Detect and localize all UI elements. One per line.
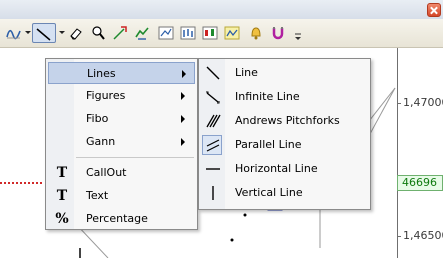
menu-item-label: Parallel Line [235, 138, 302, 151]
submenu-item-vertical-line[interactable]: Vertical Line [201, 182, 368, 204]
menu-item-label: Infinite Line [235, 90, 300, 103]
line-chart-icon[interactable] [222, 23, 242, 43]
menu-item-label: Vertical Line [235, 186, 303, 199]
magnet-icon[interactable] [268, 23, 288, 43]
alert-bell-icon[interactable] [246, 23, 266, 43]
price-tick [397, 103, 401, 104]
menu-item-label: CallOut [86, 166, 127, 179]
price-axis [397, 48, 398, 258]
menu-item-label: Horizontal Line [235, 162, 318, 175]
submenu-arrow-icon [181, 138, 185, 146]
menu-item-gann[interactable]: Gann [48, 131, 195, 153]
infinite-line-icon [206, 91, 220, 104]
indicators-icon[interactable] [4, 23, 24, 43]
price-label-lower: 1,46500 [403, 229, 443, 242]
window-caption-bar [0, 0, 443, 20]
callout-icon: T [56, 165, 68, 181]
current-price-badge: 46696 [397, 175, 443, 191]
line-tool-dropdown-arrow[interactable] [59, 31, 65, 34]
toolbar-overflow-icon[interactable] [292, 23, 304, 43]
submenu-arrow-icon [182, 70, 186, 78]
zoom-icon[interactable] [88, 23, 108, 43]
submenu-item-line[interactable]: Line [201, 62, 368, 84]
indicators-dropdown-arrow[interactable] [25, 31, 31, 34]
chart-shift-icon[interactable] [156, 23, 176, 43]
menu-item-callout[interactable]: T CallOut [48, 162, 195, 184]
pitchfork-icon [206, 114, 221, 128]
submenu-arrow-icon [181, 115, 185, 123]
price-tick [397, 236, 401, 237]
lines-submenu: Line Infinite Line Andrews Pitchforks Pa… [198, 58, 371, 210]
price-level-dotted-line [0, 182, 42, 184]
menu-item-lines[interactable]: Lines [48, 62, 195, 84]
line-tool-icon[interactable] [32, 23, 56, 43]
crosshair-icon[interactable] [110, 23, 130, 43]
horizontal-line-icon [206, 168, 220, 170]
price-label-upper: 1,47000 [403, 96, 443, 109]
menu-item-label: Gann [86, 135, 116, 148]
text-icon: T [56, 188, 68, 204]
candlestick-icon[interactable] [200, 23, 220, 43]
menu-item-figures[interactable]: Figures [48, 85, 195, 107]
menu-item-percentage[interactable]: % Percentage [48, 208, 195, 230]
menu-item-label: Andrews Pitchforks [235, 114, 340, 127]
menu-item-label: Percentage [86, 212, 148, 225]
menu-item-label: Line [235, 66, 258, 79]
eraser-icon[interactable] [66, 23, 86, 43]
submenu-item-andrews-pitchforks[interactable]: Andrews Pitchforks [201, 110, 368, 132]
submenu-arrow-icon [181, 92, 185, 100]
auto-scroll-icon[interactable] [132, 23, 152, 43]
parallel-line-icon [206, 139, 220, 152]
menu-item-label: Lines [87, 67, 116, 80]
submenu-item-horizontal-line[interactable]: Horizontal Line [201, 158, 368, 180]
percentage-icon: % [55, 211, 69, 227]
menu-separator [76, 157, 194, 158]
menu-item-label: Fibo [86, 112, 109, 125]
submenu-item-infinite-line[interactable]: Infinite Line [201, 86, 368, 108]
menu-item-label: Text [86, 189, 109, 202]
drawing-toolbar [0, 19, 443, 48]
close-button[interactable] [427, 3, 441, 17]
draw-tools-menu: Lines Figures Fibo Gann T CallOut T Text… [45, 58, 198, 230]
vertical-line-icon [212, 186, 214, 200]
line-icon [206, 66, 220, 80]
submenu-item-parallel-line[interactable]: Parallel Line [201, 134, 368, 156]
menu-item-fibo[interactable]: Fibo [48, 108, 195, 130]
bar-chart-icon[interactable] [178, 23, 198, 43]
menu-item-label: Figures [86, 89, 126, 102]
menu-item-text[interactable]: T Text [48, 185, 195, 207]
